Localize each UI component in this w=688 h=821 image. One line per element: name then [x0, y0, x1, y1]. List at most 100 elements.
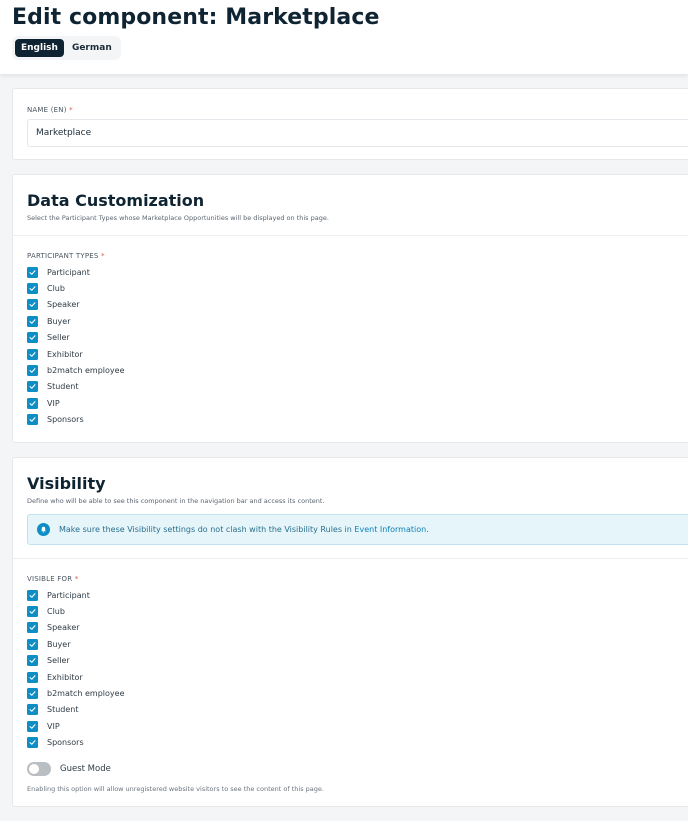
checkbox-item[interactable]: b2match employee	[27, 362, 125, 378]
checkmark-icon	[29, 609, 36, 614]
visible-for-list: Participant Club Speaker Buyer Seller Exhibit…	[27, 587, 125, 751]
checkmark-icon	[29, 335, 36, 341]
required-mark: *	[69, 106, 73, 114]
checkbox-item[interactable]: Sponsors	[27, 735, 125, 751]
checkmark-icon	[29, 740, 36, 746]
checkbox[interactable]	[27, 283, 38, 295]
checkmark-icon	[29, 401, 36, 406]
checkmark-icon	[29, 286, 36, 291]
participant-types-label: PARTICIPANT TYPES *	[27, 252, 105, 260]
checkbox[interactable]	[27, 622, 38, 634]
checkbox[interactable]	[27, 737, 38, 749]
guest-mode-help: Enabling this option will allow unregist…	[27, 785, 324, 793]
checkmark-icon	[29, 417, 36, 423]
checkbox-item[interactable]: b2match employee	[27, 685, 125, 701]
checkbox-label: Club	[47, 284, 65, 294]
checkbox-item[interactable]: Student	[27, 702, 125, 718]
checkmark-icon	[29, 658, 36, 664]
toggle-knob	[29, 764, 39, 774]
checkbox[interactable]	[27, 397, 38, 409]
checkbox-item[interactable]: Club	[27, 603, 125, 619]
checkbox[interactable]	[27, 332, 38, 344]
checkbox-label: Buyer	[47, 639, 71, 649]
checkbox-label: Buyer	[47, 316, 71, 326]
checkmark-icon	[29, 691, 36, 696]
checkbox[interactable]	[27, 671, 38, 683]
visibility-title: Visibility	[27, 474, 106, 493]
checkbox-item[interactable]: Sponsors	[27, 412, 125, 428]
required-mark: *	[74, 575, 79, 583]
checkbox[interactable]	[27, 606, 38, 618]
divider	[13, 235, 688, 236]
checkbox[interactable]	[27, 688, 38, 700]
tab-german[interactable]: German	[66, 39, 118, 57]
checkbox[interactable]	[27, 589, 38, 601]
event-information-link[interactable]: Event Information	[354, 525, 426, 534]
visibility-description: Define who will be able to see this comp…	[27, 497, 325, 505]
checkbox-item[interactable]: VIP	[27, 718, 125, 734]
checkbox[interactable]	[27, 299, 38, 311]
participant-types-list: Participant Club Speaker Buyer Seller Exhibit…	[27, 264, 125, 428]
name-card: NAME (EN) *	[12, 88, 688, 160]
checkbox-item[interactable]: Student	[27, 379, 125, 395]
page-title: Edit component: Marketplace	[12, 5, 380, 30]
alert-text: Make sure these Visibility settings do n…	[59, 525, 429, 534]
checkbox-item[interactable]: Seller	[27, 653, 125, 669]
name-input[interactable]	[27, 119, 688, 147]
checkbox-label: Student	[47, 382, 79, 392]
checkbox-label: Exhibitor	[47, 349, 83, 359]
checkbox-item[interactable]: Speaker	[27, 297, 125, 313]
checkmark-icon	[29, 625, 36, 631]
checkbox[interactable]	[27, 638, 38, 650]
page-header: Edit component: Marketplace English Germ…	[0, 0, 688, 74]
guest-mode-row: Guest Mode	[27, 762, 111, 776]
name-field-label: NAME (EN) *	[27, 106, 73, 114]
checkbox-label: Sponsors	[47, 415, 84, 425]
checkbox[interactable]	[27, 704, 38, 716]
checkbox-label: Seller	[47, 656, 70, 666]
checkbox-item[interactable]: Club	[27, 280, 125, 296]
checkmark-icon	[29, 674, 36, 680]
checkbox-label: Participant	[47, 267, 90, 277]
checkbox-label: Student	[47, 705, 79, 715]
checkbox-label: Speaker	[47, 623, 80, 633]
checkbox-item[interactable]: Exhibitor	[27, 346, 125, 362]
checkbox-label: Exhibitor	[47, 672, 83, 682]
checkbox-item[interactable]: Participant	[27, 264, 125, 280]
checkbox[interactable]	[27, 315, 38, 327]
guest-mode-label: Guest Mode	[60, 764, 111, 774]
checkbox[interactable]	[27, 720, 38, 732]
checkbox[interactable]	[27, 381, 38, 393]
checkmark-icon	[29, 302, 36, 308]
tab-english[interactable]: English	[15, 39, 64, 57]
required-mark: *	[101, 252, 105, 260]
checkbox-item[interactable]: Participant	[27, 587, 125, 603]
checkmark-icon	[29, 707, 36, 713]
checkbox[interactable]	[27, 348, 38, 360]
checkmark-icon	[29, 351, 36, 357]
bell-icon	[37, 523, 50, 536]
checkbox-label: Speaker	[47, 300, 80, 310]
checkbox-label: Seller	[47, 333, 70, 343]
guest-mode-toggle[interactable]	[27, 762, 51, 776]
checkmark-icon	[29, 642, 36, 647]
language-tabs: English German	[12, 36, 121, 60]
checkbox[interactable]	[27, 365, 38, 377]
data-customization-title: Data Customization	[27, 191, 205, 210]
checkbox-label: VIP	[47, 721, 60, 731]
checkbox-label: b2match employee	[47, 689, 125, 699]
checkmark-icon	[29, 724, 36, 729]
checkbox-item[interactable]: Speaker	[27, 620, 125, 636]
checkbox-item[interactable]: VIP	[27, 395, 125, 411]
visibility-alert: Make sure these Visibility settings do n…	[27, 514, 688, 545]
checkmark-icon	[29, 368, 36, 373]
checkbox[interactable]	[27, 655, 38, 667]
checkbox[interactable]	[27, 266, 38, 278]
checkbox-item[interactable]: Buyer	[27, 313, 125, 329]
checkbox-item[interactable]: Buyer	[27, 636, 125, 652]
checkmark-icon	[29, 384, 36, 390]
checkbox[interactable]	[27, 414, 38, 426]
checkbox-item[interactable]: Exhibitor	[27, 669, 125, 685]
checkbox-item[interactable]: Seller	[27, 330, 125, 346]
data-customization-card: Data Customization Select the Participan…	[12, 174, 688, 443]
